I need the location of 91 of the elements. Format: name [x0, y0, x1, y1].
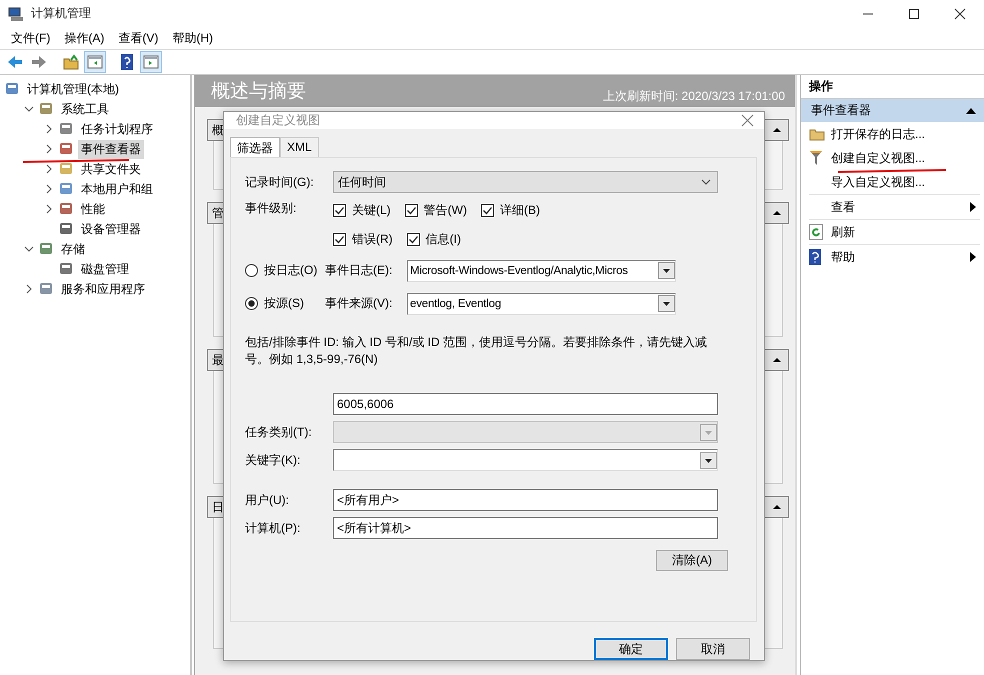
checkbox[interactable]: 详细(B)	[481, 202, 540, 219]
collapse-up-icon	[966, 108, 976, 114]
section-title: 最	[212, 352, 224, 368]
checkbox-icon	[333, 233, 346, 246]
checkbox[interactable]: 关键(L)	[333, 202, 391, 219]
help-icon	[809, 249, 821, 265]
action-item[interactable]: 查看	[831, 198, 855, 216]
action-item[interactable]: 帮助	[831, 248, 855, 266]
section-title: 管	[212, 204, 224, 222]
clear-button[interactable]: 清除(A)	[656, 550, 728, 571]
checkbox[interactable]: 警告(W)	[404, 202, 467, 219]
combo-box[interactable]: eventlog, Eventlog	[407, 292, 676, 314]
combo-box[interactable]: Microsoft-Windows-Eventlog/Analytic,Micros	[407, 260, 676, 282]
event-id-field[interactable]: 6005,6006	[333, 393, 718, 415]
action-item[interactable]: 刷新	[831, 224, 855, 240]
tree-item[interactable]: 服务和应用程序	[58, 280, 148, 298]
filter-icon	[809, 150, 823, 166]
tree-item[interactable]: 磁盘管理	[78, 260, 132, 278]
checkbox-icon	[481, 204, 494, 217]
field-label: 关键字(K):	[245, 452, 302, 468]
tree-node-icon	[4, 81, 20, 97]
checkbox-icon	[406, 233, 420, 246]
menu-item[interactable]: 帮助(H)	[165, 28, 220, 48]
time-dropdown[interactable]: 任何时间	[333, 171, 718, 193]
menu-item[interactable]: 查看(V)	[111, 28, 166, 48]
tree-node-icon	[38, 101, 54, 117]
field-label: 计算机(P):	[245, 520, 302, 536]
tree-node-icon	[58, 141, 74, 157]
dialog-title: 创建自定义视图	[236, 112, 320, 129]
panel-title: 概述与摘要	[211, 80, 306, 104]
maximize-icon[interactable]	[908, 8, 920, 20]
tree-node-icon	[58, 121, 74, 137]
field-label: 事件日志(E):	[325, 262, 394, 279]
tab[interactable]: XML	[280, 137, 319, 157]
folder-icon	[809, 127, 825, 141]
id-instructions: 包括/排除事件 ID: 输入 ID 号和/或 ID 范围，使用逗号分隔。若要排除条件，请先键入减号。例如 1,3,5-99,-76(N)	[245, 334, 708, 368]
tree-node-icon	[58, 201, 74, 217]
tree-node-icon	[58, 161, 74, 177]
field-label: 任务类别(T):	[245, 424, 313, 440]
chevron-down-icon[interactable]	[24, 244, 34, 254]
chevron-right-icon[interactable]	[24, 284, 34, 294]
chevron-down-icon	[701, 179, 711, 185]
checkbox-icon	[333, 204, 346, 217]
menu-item[interactable]: 文件(F)	[4, 28, 58, 48]
action-group-header[interactable]: 事件查看器	[801, 99, 984, 122]
tree-node-icon	[38, 281, 54, 297]
tree-item[interactable]: 性能	[78, 200, 108, 218]
section-title: 日	[212, 498, 224, 516]
cancel-button[interactable]: 取消	[676, 638, 750, 660]
pane-icon[interactable]	[140, 51, 162, 73]
tree-item[interactable]: 系统工具	[58, 100, 112, 118]
tree-item[interactable]: 计算机管理(本地)	[24, 80, 122, 98]
ok-button[interactable]: 确定	[594, 638, 668, 660]
field-label: 记录时间(G):	[245, 174, 315, 190]
submenu-arrow-icon	[970, 252, 976, 262]
tab[interactable]: 筛选器	[230, 137, 280, 157]
menu-item[interactable]: 操作(A)	[57, 28, 112, 48]
radio-icon	[245, 297, 258, 310]
tree-item[interactable]: 任务计划程序	[78, 120, 156, 138]
input-field[interactable]: <所有计算机>	[333, 517, 718, 539]
tree-item[interactable]: 事件查看器	[78, 140, 144, 158]
radio-icon	[245, 264, 258, 277]
tree-node-icon	[58, 261, 74, 277]
action-item[interactable]: 创建自定义视图...	[831, 150, 926, 166]
chevron-down-icon[interactable]	[24, 104, 34, 114]
action-item[interactable]: 导入自定义视图...	[831, 174, 926, 190]
tree-node-icon	[58, 181, 74, 197]
tree-item[interactable]: 共享文件夹	[78, 160, 144, 178]
refresh-time: 上次刷新时间: 2020/3/23 17:01:00	[602, 88, 785, 105]
tree-node-icon	[58, 221, 74, 237]
tree-item[interactable]: 设备管理器	[78, 220, 144, 238]
checkbox[interactable]: 信息(I)	[406, 231, 461, 248]
close-icon[interactable]	[954, 8, 966, 20]
section-title: 概	[212, 122, 224, 138]
window-title: 计算机管理	[31, 5, 91, 22]
refresh-icon	[809, 224, 823, 240]
submenu-arrow-icon	[970, 202, 976, 212]
tree-node-icon	[38, 241, 54, 257]
tree-item[interactable]: 本地用户和组	[78, 180, 156, 198]
checkbox-icon	[404, 204, 418, 217]
tree-item[interactable]: 存储	[58, 240, 88, 258]
input-field[interactable]: <所有用户>	[333, 489, 718, 511]
radio-button[interactable]: 按日志(O)	[245, 262, 325, 279]
pane-icon[interactable]	[84, 51, 106, 73]
field-label: 事件来源(V):	[325, 295, 394, 312]
field-label: 用户(U):	[245, 492, 290, 508]
field-label: 事件级别:	[245, 200, 298, 217]
radio-button[interactable]: 按源(S)	[245, 295, 325, 312]
action-item[interactable]: 打开保存的日志...	[831, 126, 926, 142]
computer-icon	[8, 6, 24, 22]
checkbox[interactable]: 错误(R)	[333, 231, 393, 248]
